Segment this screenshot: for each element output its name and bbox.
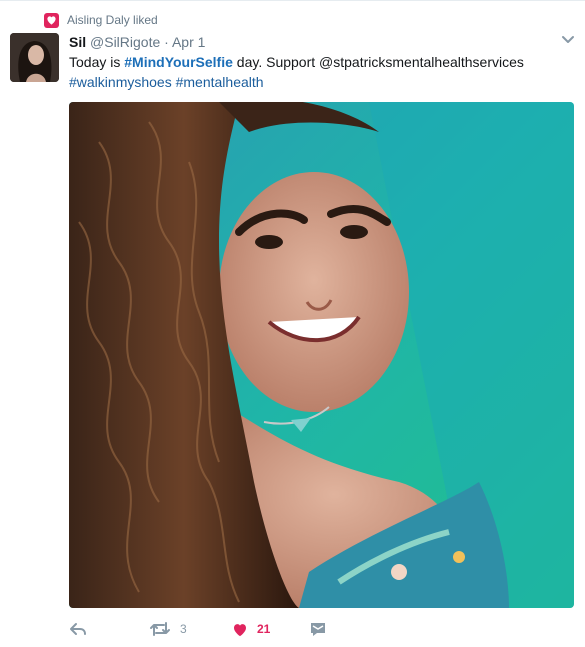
retweet-count: 3	[180, 622, 187, 636]
tweet-photo[interactable]	[69, 102, 574, 608]
top-divider	[0, 0, 585, 1]
reply-icon	[69, 621, 87, 637]
tweet-header: Sil @SilRigote · Apr 1	[69, 33, 205, 51]
timestamp-link[interactable]: Apr 1	[172, 34, 205, 50]
avatar[interactable]	[10, 33, 59, 82]
heart-icon	[232, 622, 248, 637]
envelope-icon	[309, 621, 327, 637]
tweet-text-middle: day. Support	[232, 54, 320, 70]
direct-message-button[interactable]	[309, 618, 327, 640]
retweet-icon	[149, 621, 171, 637]
social-context: Aisling Daly liked	[44, 11, 158, 29]
tweet-text: Today is #MindYourSelfie day. Support @s…	[69, 52, 569, 92]
like-button[interactable]: 21	[232, 618, 270, 640]
mention-link[interactable]: @stpatricksmentalhealthservices	[319, 54, 524, 70]
hashtag-mindyourselfie[interactable]: #MindYourSelfie	[124, 54, 233, 70]
user-handle[interactable]: @SilRigote	[90, 34, 160, 50]
display-name[interactable]: Sil	[69, 34, 86, 50]
tweet-text-prefix: Today is	[69, 54, 125, 70]
social-context-text: Aisling Daly liked	[67, 13, 158, 27]
liked-heart-icon	[44, 12, 59, 28]
separator-dot: ·	[164, 34, 169, 50]
chevron-down-icon[interactable]	[560, 33, 576, 47]
like-count: 21	[257, 622, 271, 636]
hashtag-mentalhealth[interactable]: #mentalhealth	[176, 74, 264, 90]
tweet-actions: 3 21	[69, 618, 569, 640]
retweet-button[interactable]: 3	[149, 618, 187, 640]
reply-button[interactable]	[69, 618, 87, 640]
hashtag-walkinmyshoes[interactable]: #walkinmyshoes	[69, 74, 172, 90]
